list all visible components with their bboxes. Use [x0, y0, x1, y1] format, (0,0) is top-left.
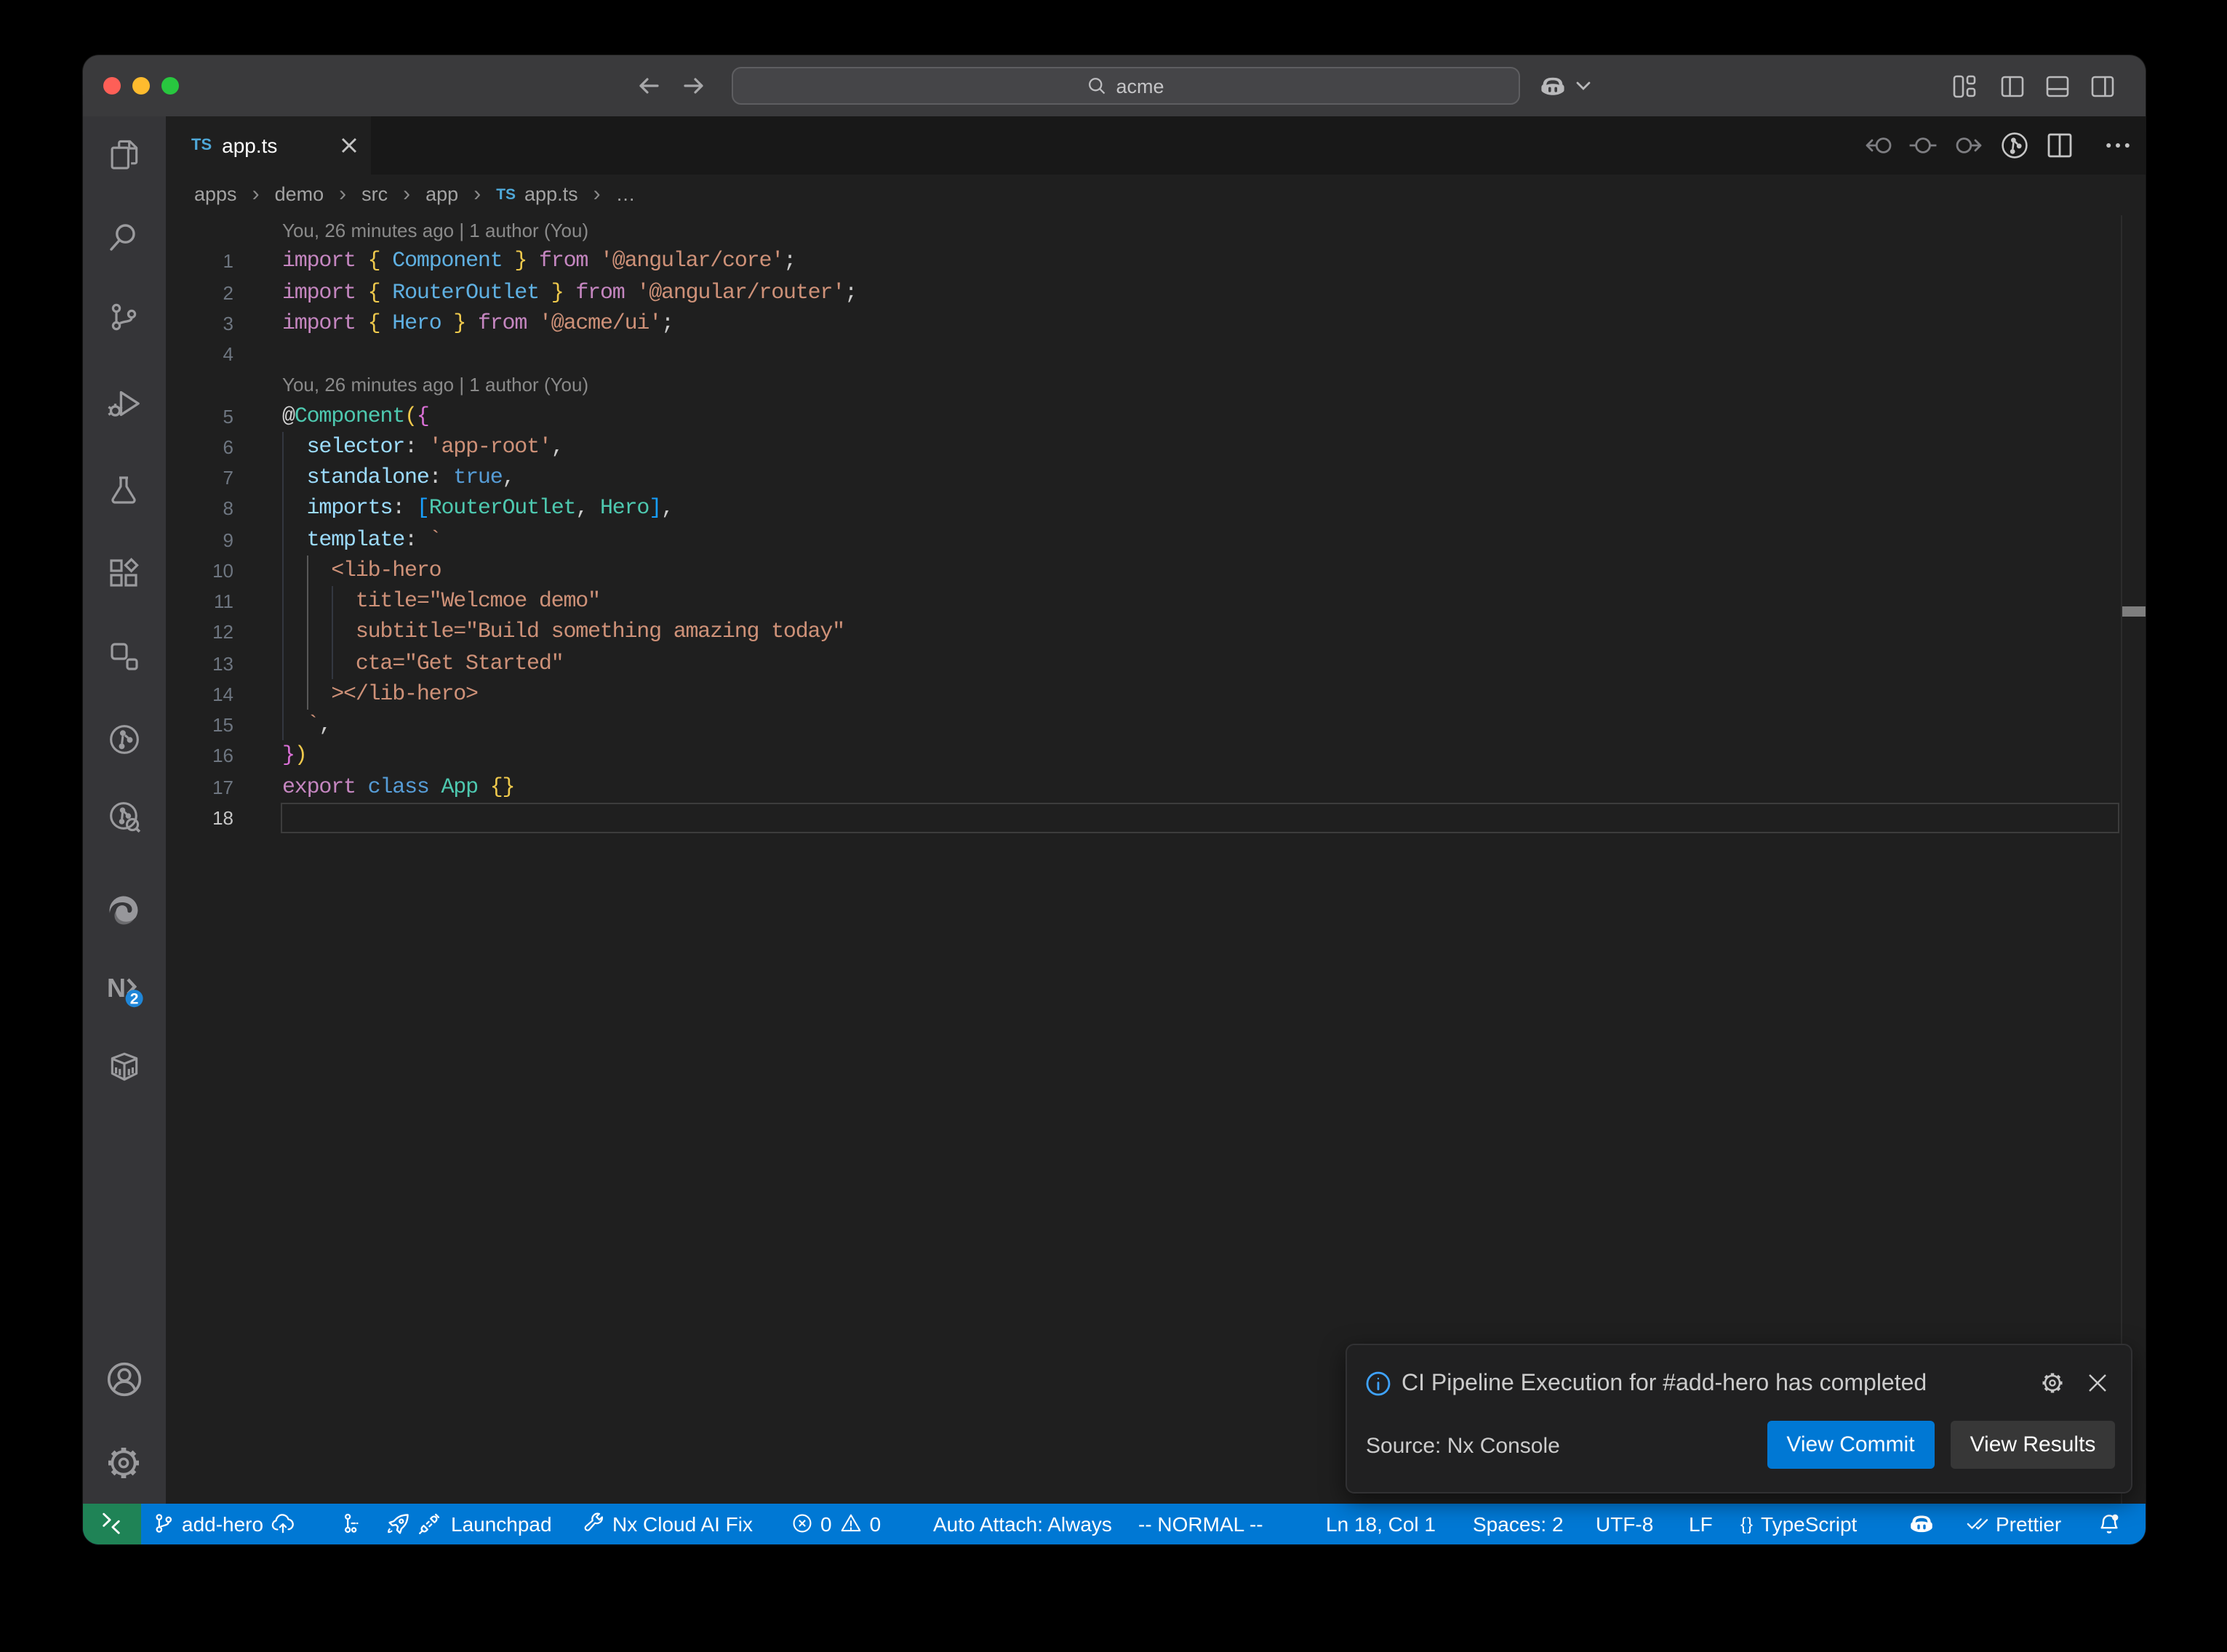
svg-text:2: 2: [129, 990, 138, 1006]
svg-text:N: N: [107, 972, 126, 1002]
